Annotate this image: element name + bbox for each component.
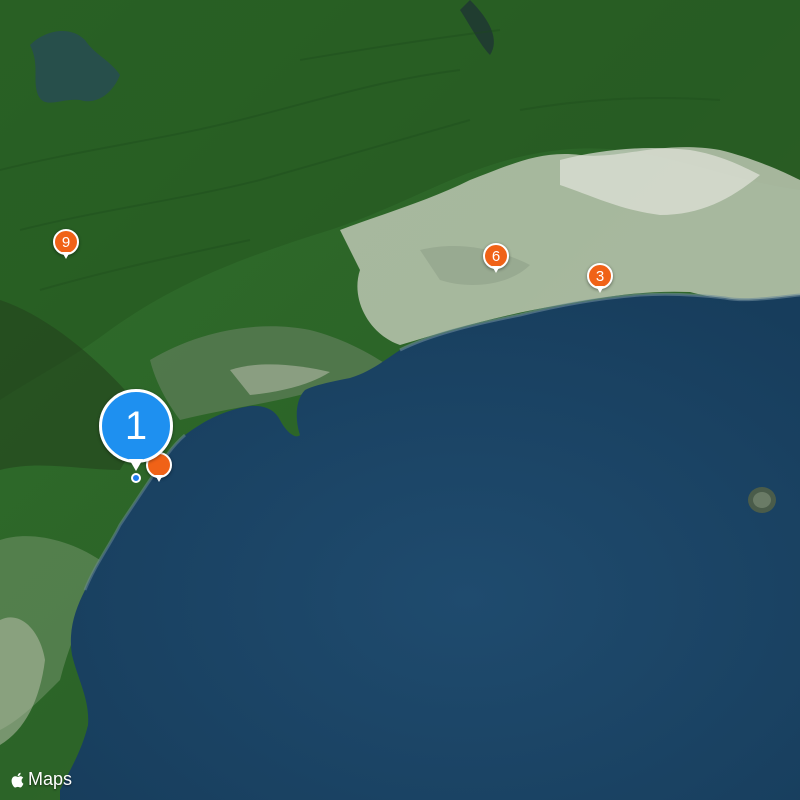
marker-pointer bbox=[155, 475, 163, 482]
apple-logo-icon bbox=[11, 772, 24, 788]
marker-pointer bbox=[492, 266, 500, 273]
maps-attribution[interactable]: Maps bbox=[10, 769, 72, 790]
cluster-pointer bbox=[129, 459, 143, 471]
attribution-label: Maps bbox=[28, 769, 73, 789]
map-view[interactable]: 9 6 3 1 Maps bbox=[0, 0, 800, 800]
marker-pointer bbox=[62, 252, 70, 259]
marker-pointer bbox=[596, 286, 604, 293]
cluster-badge: 1 bbox=[99, 389, 173, 463]
current-location-dot bbox=[131, 473, 141, 483]
